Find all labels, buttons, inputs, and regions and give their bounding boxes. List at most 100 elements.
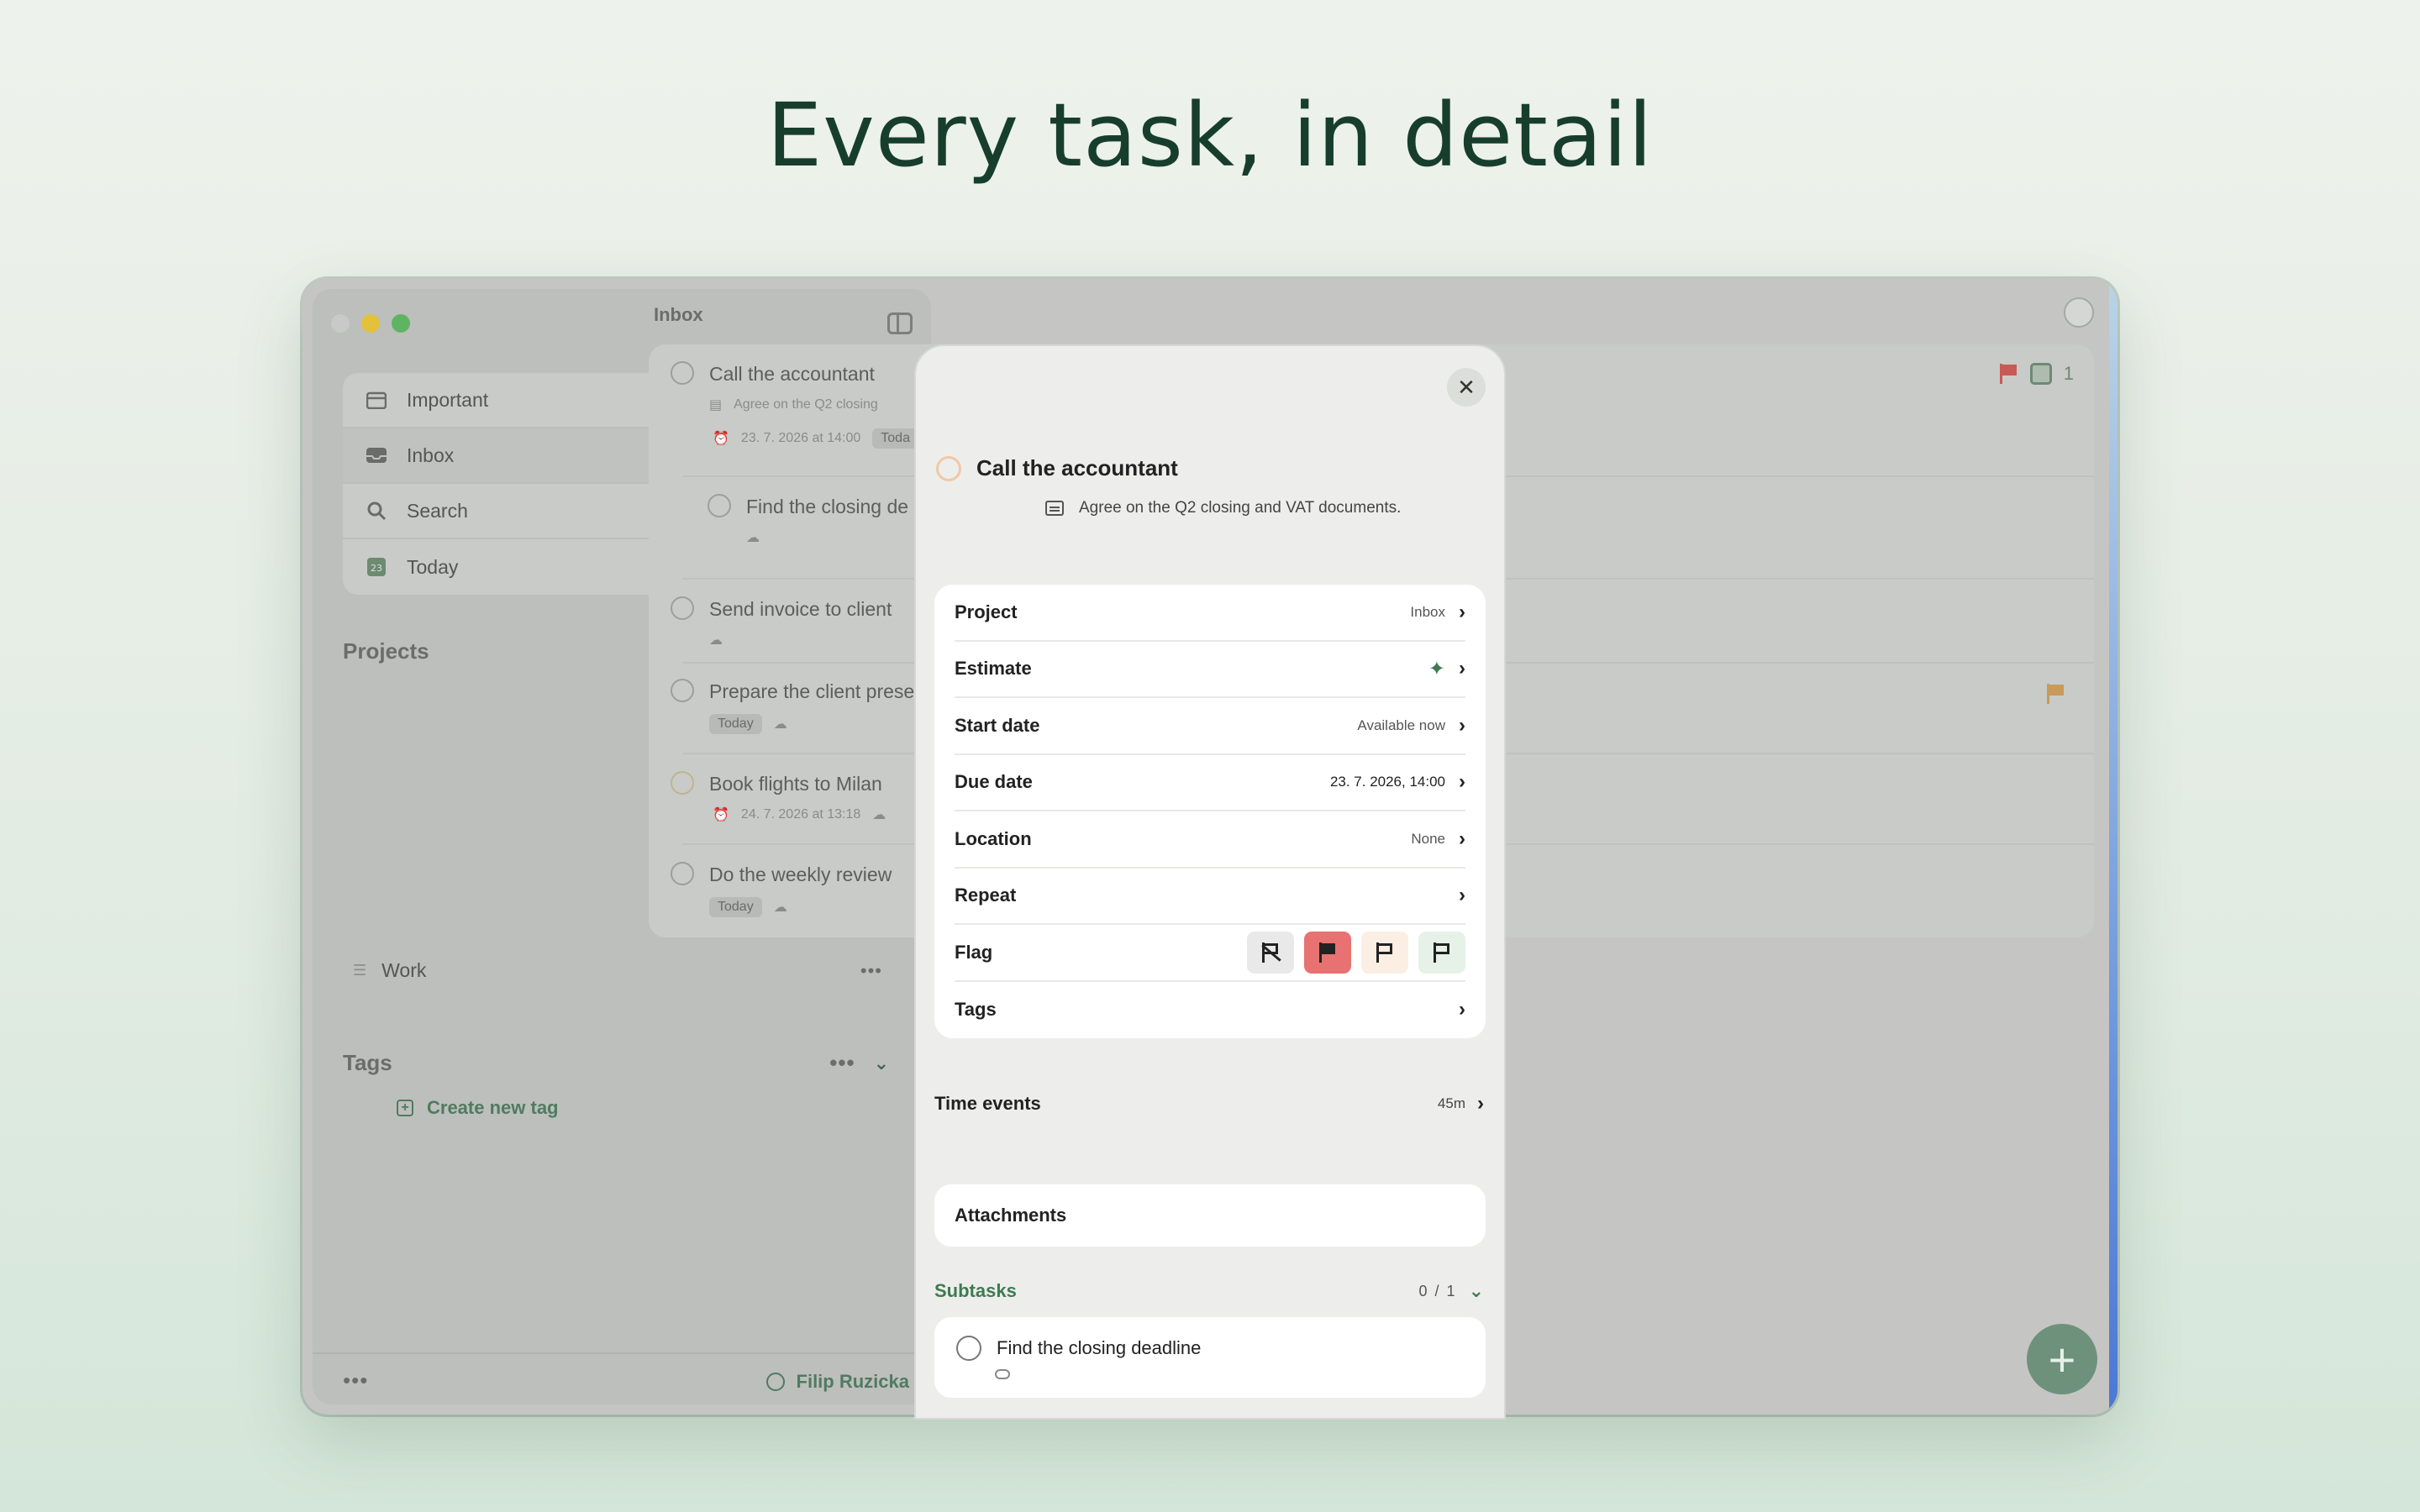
time-events-label: Time events xyxy=(934,1093,1041,1114)
attachments-button[interactable]: Attachments xyxy=(934,1184,1486,1247)
page-headline: Every task, in detail xyxy=(766,84,1654,186)
chevron-right-icon: › xyxy=(1459,884,1465,907)
subtask-title: Find the closing deadline xyxy=(997,1337,1202,1358)
properties-card: Project Inbox › Estimate ✦ › Start date … xyxy=(934,585,1486,1038)
property-repeat[interactable]: Repeat › xyxy=(955,869,1465,925)
flag-orange-button[interactable] xyxy=(1361,931,1408,974)
chevron-right-icon: › xyxy=(1459,713,1465,737)
subtasks-header[interactable]: Subtasks 0 / 1 ⌄ xyxy=(934,1280,1484,1302)
zoom-window-button[interactable] xyxy=(392,314,410,333)
project-label: Work xyxy=(381,959,427,981)
flag-green-button[interactable] xyxy=(1418,931,1465,974)
chevron-right-icon: › xyxy=(1459,657,1465,680)
task-meta: Today ☁ xyxy=(709,714,787,734)
subtasks-count: 0 / 1 xyxy=(1418,1282,1457,1299)
flag-filled-icon xyxy=(1318,942,1337,963)
flag-icon xyxy=(1376,942,1394,963)
close-window-button[interactable] xyxy=(331,314,350,333)
sparkle-icon: ✦ xyxy=(1428,657,1445,680)
user-name: Filip Ruzicka xyxy=(796,1371,909,1392)
property-label: Estimate xyxy=(955,658,1032,680)
page-title: Inbox xyxy=(654,304,703,325)
chevron-right-icon: › xyxy=(1459,770,1465,794)
project-more-button[interactable]: ••• xyxy=(860,960,882,982)
task-checkbox[interactable] xyxy=(671,596,694,620)
task-meta: Today ☁ xyxy=(709,897,787,917)
projects-title: Projects xyxy=(343,638,429,664)
task-title: Do the weekly review xyxy=(709,864,892,885)
today-pill: Today xyxy=(709,897,762,917)
property-value: 23. 7. 2026, 14:00 xyxy=(1329,774,1445,790)
note-icon: ▤ xyxy=(709,398,723,412)
task-title: Call the accountant xyxy=(709,363,875,385)
attachments-label: Attachments xyxy=(955,1205,1067,1226)
task-checkbox[interactable] xyxy=(671,679,694,702)
sidebar-footer-divider xyxy=(313,1352,931,1354)
flag-red-button[interactable] xyxy=(1304,931,1351,974)
user-account-button[interactable]: Filip Ruzicka xyxy=(765,1371,909,1393)
task-title[interactable]: Call the accountant xyxy=(976,455,1178,481)
chevron-down-icon[interactable]: ⌄ xyxy=(1469,1280,1484,1302)
create-tag-button[interactable]: + Create new tag xyxy=(397,1097,559,1119)
today-icon: 23 xyxy=(365,556,388,578)
cloud-off-icon: ☁ xyxy=(746,531,760,545)
today-badge: 23 xyxy=(371,563,382,574)
calendar-icon xyxy=(365,389,388,411)
flag-icon xyxy=(1433,942,1451,963)
red-flag-icon xyxy=(1998,364,2018,384)
subtask-count: 1 xyxy=(2063,363,2074,384)
task-checkbox[interactable] xyxy=(936,455,961,481)
cloud-off-icon xyxy=(995,1369,1010,1379)
today-pill: Today xyxy=(709,714,762,734)
property-location[interactable]: Location None › xyxy=(955,811,1465,869)
property-tags[interactable]: Tags › xyxy=(955,982,1465,1039)
property-value: Inbox xyxy=(1410,603,1445,620)
task-badges: 1 xyxy=(1998,363,2074,385)
orange-flag-icon xyxy=(2045,684,2065,704)
property-project[interactable]: Project Inbox › xyxy=(955,585,1465,642)
property-flag: Flag xyxy=(955,925,1465,982)
time-events-row[interactable]: Time events 45m › xyxy=(934,1092,1484,1116)
chevron-right-icon: › xyxy=(1459,827,1465,850)
task-title: Prepare the client prese xyxy=(709,680,915,702)
tags-more-button[interactable]: ••• xyxy=(829,1050,855,1076)
close-icon[interactable]: ✕ xyxy=(1447,368,1486,407)
create-tag-label: Create new tag xyxy=(427,1097,559,1118)
property-label: Project xyxy=(955,601,1018,622)
flag-off-icon xyxy=(1261,942,1281,963)
filter-icon[interactable] xyxy=(2064,297,2094,328)
chevron-down-icon[interactable]: ⌄ xyxy=(874,1053,889,1074)
task-checkbox[interactable] xyxy=(708,494,731,517)
task-title-row: Call the accountant xyxy=(936,455,1178,481)
cloud-off-icon: ☁ xyxy=(709,633,723,648)
property-label: Flag xyxy=(955,941,993,963)
task-checkbox[interactable] xyxy=(671,361,694,385)
cloud-off-icon: ☁ xyxy=(773,900,787,915)
task-note: ▤ Agree on the Q2 closing xyxy=(709,397,878,412)
property-start-date[interactable]: Start date Available now › xyxy=(955,698,1465,755)
cloud-off-icon: ☁ xyxy=(872,808,886,822)
task-title: Send invoice to client xyxy=(709,598,892,620)
task-note[interactable]: Agree on the Q2 closing and VAT document… xyxy=(1045,499,1401,517)
subtask-checkbox[interactable] xyxy=(956,1336,981,1361)
today-pill: Toda xyxy=(872,428,918,449)
sidebar-more-button[interactable]: ••• xyxy=(343,1368,368,1394)
minimize-window-button[interactable] xyxy=(361,314,380,333)
property-due-date[interactable]: Due date 23. 7. 2026, 14:00 › xyxy=(955,755,1465,811)
note-icon xyxy=(1045,501,1064,516)
user-icon xyxy=(765,1373,785,1391)
add-task-button[interactable]: + xyxy=(2027,1324,2097,1394)
sidebar-item-work[interactable]: ☰ Work ••• xyxy=(353,959,882,982)
task-checkbox[interactable] xyxy=(671,771,694,795)
chevron-right-icon: › xyxy=(1477,1092,1484,1115)
task-checkbox[interactable] xyxy=(671,862,694,885)
inbox-icon xyxy=(365,444,388,466)
property-label: Start date xyxy=(955,714,1040,736)
time-events-value: 45m xyxy=(1437,1095,1465,1111)
sidebar-toggle-icon[interactable] xyxy=(887,312,913,334)
property-estimate[interactable]: Estimate ✦ › xyxy=(955,642,1465,698)
flag-none-button[interactable] xyxy=(1247,931,1294,974)
list-item[interactable]: Find the closing deadline xyxy=(934,1317,1486,1398)
subtask-icon xyxy=(2029,363,2052,385)
task-detail-modal: ✕ Call the accountant Agree on the Q2 cl… xyxy=(914,344,1506,1420)
